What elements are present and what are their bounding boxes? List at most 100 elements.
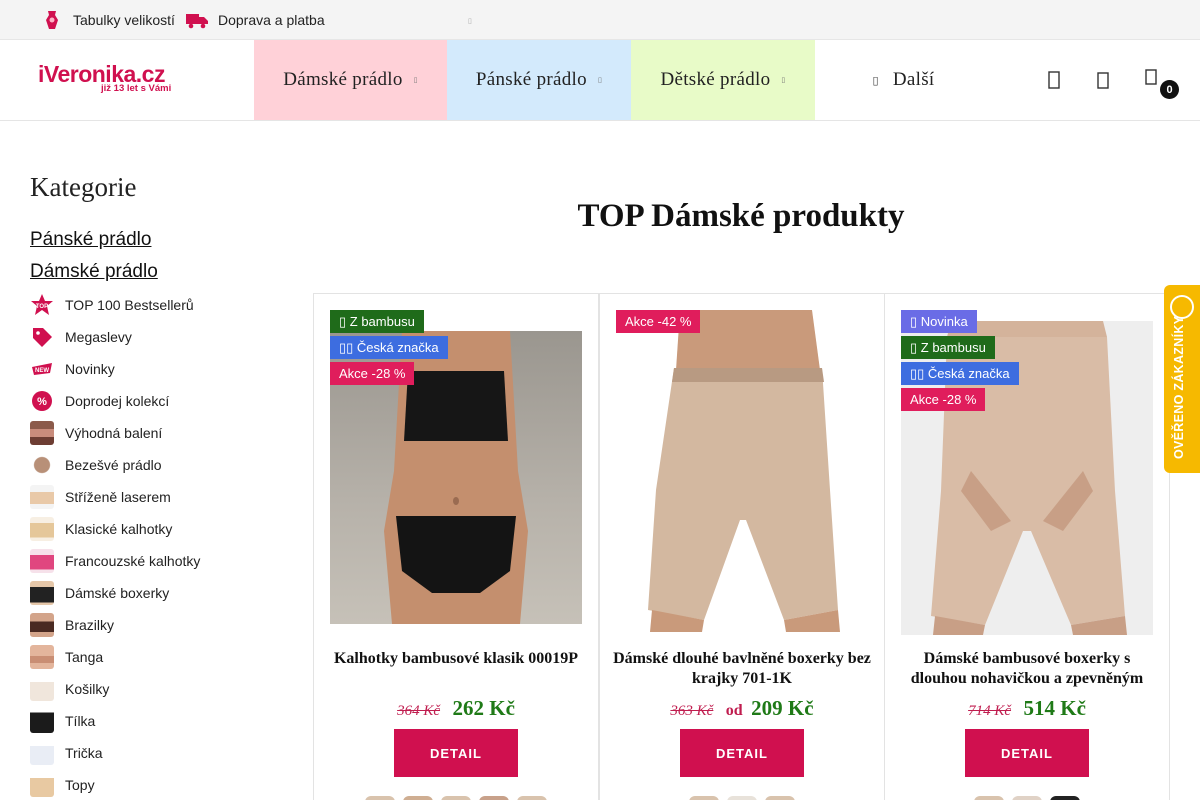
category-label: Tanga	[65, 649, 104, 665]
category-item-tilka[interactable]: Tílka	[30, 705, 270, 737]
category-item-novinky[interactable]: NEW Novinky	[30, 353, 270, 385]
price-from-label: od	[725, 702, 743, 719]
category-item-klasicke[interactable]: Klasické kalhotky	[30, 513, 270, 545]
top-badge-icon: TOP	[31, 294, 53, 315]
badge-bamboo: ▯ Z bambusu	[901, 336, 995, 359]
color-swatches	[600, 796, 884, 800]
product-name[interactable]: Dámské bambusové boxerky s dlouhou nohav…	[895, 649, 1159, 689]
menu-dots-icon: ▯	[872, 73, 879, 87]
detail-button[interactable]: DETAIL	[965, 729, 1089, 777]
color-swatch[interactable]	[689, 796, 719, 800]
main-header: iVeronika.cz již 13 let s Vámi Dámské pr…	[0, 40, 1200, 121]
sidebar-link-men[interactable]: Pánské prádlo	[30, 229, 151, 251]
color-swatches	[885, 796, 1169, 800]
category-item-megaslevy[interactable]: Megaslevy	[30, 321, 270, 353]
product-name[interactable]: Kalhotky bambusové klasik 00019P	[324, 649, 588, 669]
category-label: Francouzské kalhotky	[65, 553, 201, 569]
category-item-top100[interactable]: TOP TOP 100 Bestsellerů	[30, 289, 270, 321]
badge-sale: Akce -42 %	[616, 310, 701, 333]
category-item-doprodej[interactable]: % Doprodej kolekcí	[30, 385, 270, 417]
badge-czech-brand: ▯▯ Česká značka	[330, 336, 448, 359]
product-card[interactable]: ▯ Z bambusu ▯▯ Česká značka Akce -28 % K…	[313, 293, 599, 800]
badge-sale: Akce -28 %	[330, 362, 415, 385]
category-item-tricka[interactable]: Trička	[30, 737, 270, 769]
nav-kids-label: Dětské prádlo	[660, 69, 771, 90]
site-logo[interactable]: iVeronika.cz již 13 let s Vámi	[38, 62, 188, 98]
category-item-boxerky[interactable]: Dámské boxerky	[30, 577, 270, 609]
cart-count-badge: 0	[1160, 80, 1179, 99]
product-badges: Akce -42 %	[616, 310, 701, 336]
size-tables-link[interactable]: Tabulky velikostí	[40, 0, 175, 40]
category-item-kosilky[interactable]: Košilky	[30, 673, 270, 705]
chevron-down-icon: ▯	[413, 76, 418, 84]
svg-text:TOP: TOP	[36, 304, 48, 310]
size-table-icon	[46, 11, 58, 29]
category-item-francouzske[interactable]: Francouzské kalhotky	[30, 545, 270, 577]
cart-icon	[1145, 69, 1157, 85]
bundle-icon	[30, 421, 54, 445]
category-list: TOP TOP 100 Bestsellerů Megaslevy NEW No…	[30, 289, 270, 800]
shipping-link[interactable]: Doprava a platba	[185, 0, 325, 40]
color-swatch[interactable]	[974, 796, 1004, 800]
classic-panties-icon	[30, 517, 54, 541]
search-icon	[1048, 71, 1060, 89]
category-item-vyhodna-baleni[interactable]: Výhodná balení	[30, 417, 270, 449]
category-item-brazilky[interactable]: Brazilky	[30, 609, 270, 641]
size-tables-label: Tabulky velikostí	[73, 12, 175, 28]
product-badges: ▯ Z bambusu ▯▯ Česká značka Akce -28 %	[330, 310, 448, 388]
search-button[interactable]	[1044, 69, 1064, 91]
brazilian-icon	[30, 613, 54, 637]
color-swatch[interactable]	[1012, 796, 1042, 800]
category-label: Klasické kalhotky	[65, 521, 173, 537]
category-label: Bezešvé prádlo	[65, 457, 162, 473]
category-item-tanga[interactable]: Tanga	[30, 641, 270, 673]
badge-czech-brand: ▯▯ Česká značka	[901, 362, 1019, 385]
product-badges: ▯ Novinka ▯ Z bambusu ▯▯ Česká značka Ak…	[901, 310, 1019, 414]
product-image[interactable]	[616, 310, 868, 632]
color-swatch[interactable]	[441, 796, 471, 800]
product-card[interactable]: Akce -42 % Dámské dlouhé bavlněné boxerk…	[599, 293, 885, 800]
category-item-bezesve[interactable]: Bezešvé prádlo	[30, 449, 270, 481]
category-label: Stříženě laserem	[65, 489, 171, 505]
cart-button[interactable]	[1141, 66, 1161, 88]
nav-men[interactable]: Pánské prádlo ▯	[447, 40, 631, 120]
nav-kids[interactable]: Dětské prádlo ▯	[631, 40, 815, 120]
color-swatch[interactable]	[765, 796, 795, 800]
category-item-laser[interactable]: Stříženě laserem	[30, 481, 270, 513]
old-price: 364 Kč	[397, 703, 441, 719]
badge-new: ▯ Novinka	[901, 310, 977, 333]
color-swatch[interactable]	[365, 796, 395, 800]
color-swatch[interactable]	[517, 796, 547, 800]
category-label: Košilky	[65, 681, 110, 697]
product-name[interactable]: Dámské dlouhé bavlněné boxerky bez krajk…	[610, 649, 874, 689]
user-icon	[1097, 72, 1109, 89]
color-swatch[interactable]	[727, 796, 757, 800]
camisole-icon	[30, 677, 54, 701]
color-swatch[interactable]	[1050, 796, 1080, 800]
french-panties-icon	[30, 549, 54, 573]
account-button[interactable]	[1093, 69, 1113, 91]
category-label: Brazilky	[65, 617, 115, 633]
product-card[interactable]: ▯ Novinka ▯ Z bambusu ▯▯ Česká značka Ak…	[884, 293, 1170, 800]
thong-icon	[30, 645, 54, 669]
current-price: 262 Kč	[452, 696, 515, 720]
product-price: 714 Kč 514 Kč	[885, 696, 1169, 721]
detail-button[interactable]: DETAIL	[680, 729, 804, 777]
category-item-topy[interactable]: Topy	[30, 769, 270, 800]
verified-reviews-tab[interactable]: OVĚŘENO ZÁKAZNÍKY	[1164, 285, 1200, 473]
sidebar-link-women[interactable]: Dámské prádlo	[30, 261, 158, 283]
nav-more[interactable]: ▯ Další	[815, 40, 992, 120]
svg-text:%: %	[37, 396, 47, 408]
nav-women[interactable]: Dámské prádlo ▯	[254, 40, 447, 120]
detail-button[interactable]: DETAIL	[394, 729, 518, 777]
t-shirt-icon	[30, 741, 54, 765]
old-price: 363 Kč	[670, 703, 714, 719]
category-label: Trička	[65, 745, 103, 761]
current-price: 209 Kč	[751, 696, 814, 720]
badge-bamboo: ▯ Z bambusu	[330, 310, 424, 333]
shipping-label: Doprava a platba	[218, 12, 325, 28]
new-badge-icon: NEW	[32, 363, 52, 375]
color-swatch[interactable]	[479, 796, 509, 800]
color-swatch[interactable]	[403, 796, 433, 800]
model-figure	[648, 310, 840, 632]
